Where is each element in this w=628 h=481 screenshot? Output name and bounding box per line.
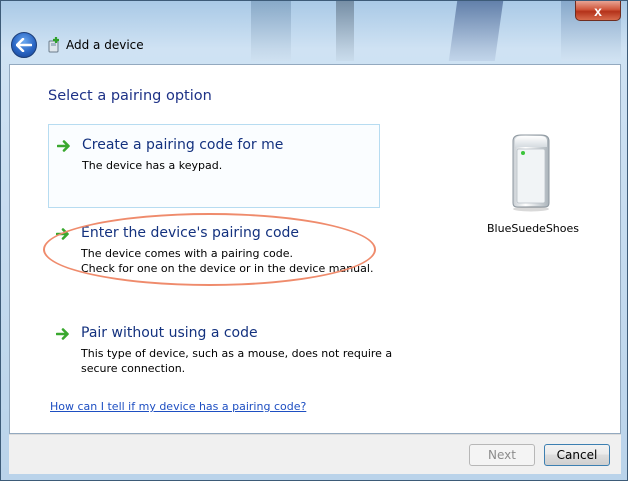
option-title: Pair without using a code bbox=[81, 325, 258, 341]
add-device-icon bbox=[48, 37, 59, 53]
glass-decoration bbox=[448, 1, 504, 61]
bluetooth-device-icon bbox=[512, 134, 550, 212]
option-enter-pairing-code[interactable]: Enter the device's pairing code The devi… bbox=[48, 213, 380, 295]
glass-decoration bbox=[251, 1, 291, 61]
option-description-line: Check for one on the device or in the de… bbox=[81, 262, 374, 275]
option-description-line: The device has a keypad. bbox=[82, 159, 223, 172]
window-title: Add a device bbox=[66, 38, 144, 52]
option-description-line: secure connection. bbox=[81, 362, 186, 375]
option-create-pairing-code[interactable]: Create a pairing code for me The device … bbox=[48, 124, 380, 208]
option-pair-without-code[interactable]: Pair without using a code This type of d… bbox=[48, 313, 392, 383]
page-heading: Select a pairing option bbox=[48, 88, 212, 104]
content-panel: Select a pairing option Create a pairing… bbox=[9, 64, 621, 434]
option-title: Create a pairing code for me bbox=[82, 137, 284, 153]
option-title: Enter the device's pairing code bbox=[81, 225, 300, 241]
back-button[interactable] bbox=[11, 32, 37, 58]
next-button[interactable]: Next bbox=[469, 444, 535, 466]
option-description: This type of device, such as a mouse, do… bbox=[81, 346, 392, 376]
green-arrow-icon bbox=[56, 328, 69, 340]
cancel-button[interactable]: Cancel bbox=[544, 444, 610, 466]
back-arrow-icon bbox=[16, 38, 32, 52]
close-icon: x bbox=[594, 2, 602, 19]
option-description-line: The device comes with a pairing code. bbox=[81, 247, 293, 260]
button-bar: Next Cancel bbox=[9, 434, 621, 474]
close-button[interactable]: x bbox=[575, 1, 621, 21]
green-arrow-icon bbox=[57, 140, 70, 152]
add-device-window: x Add a device Select a pairing option C… bbox=[0, 0, 628, 481]
green-arrow-icon bbox=[56, 228, 69, 240]
glass-decoration bbox=[336, 1, 354, 61]
option-description-line: This type of device, such as a mouse, do… bbox=[81, 347, 393, 360]
option-description: The device comes with a pairing code. Ch… bbox=[81, 246, 373, 276]
device-name: BlueSuedeShoes bbox=[487, 222, 579, 235]
option-description: The device has a keypad. bbox=[82, 158, 222, 173]
pairing-code-help-link[interactable]: How can I tell if my device has a pairin… bbox=[50, 400, 306, 413]
